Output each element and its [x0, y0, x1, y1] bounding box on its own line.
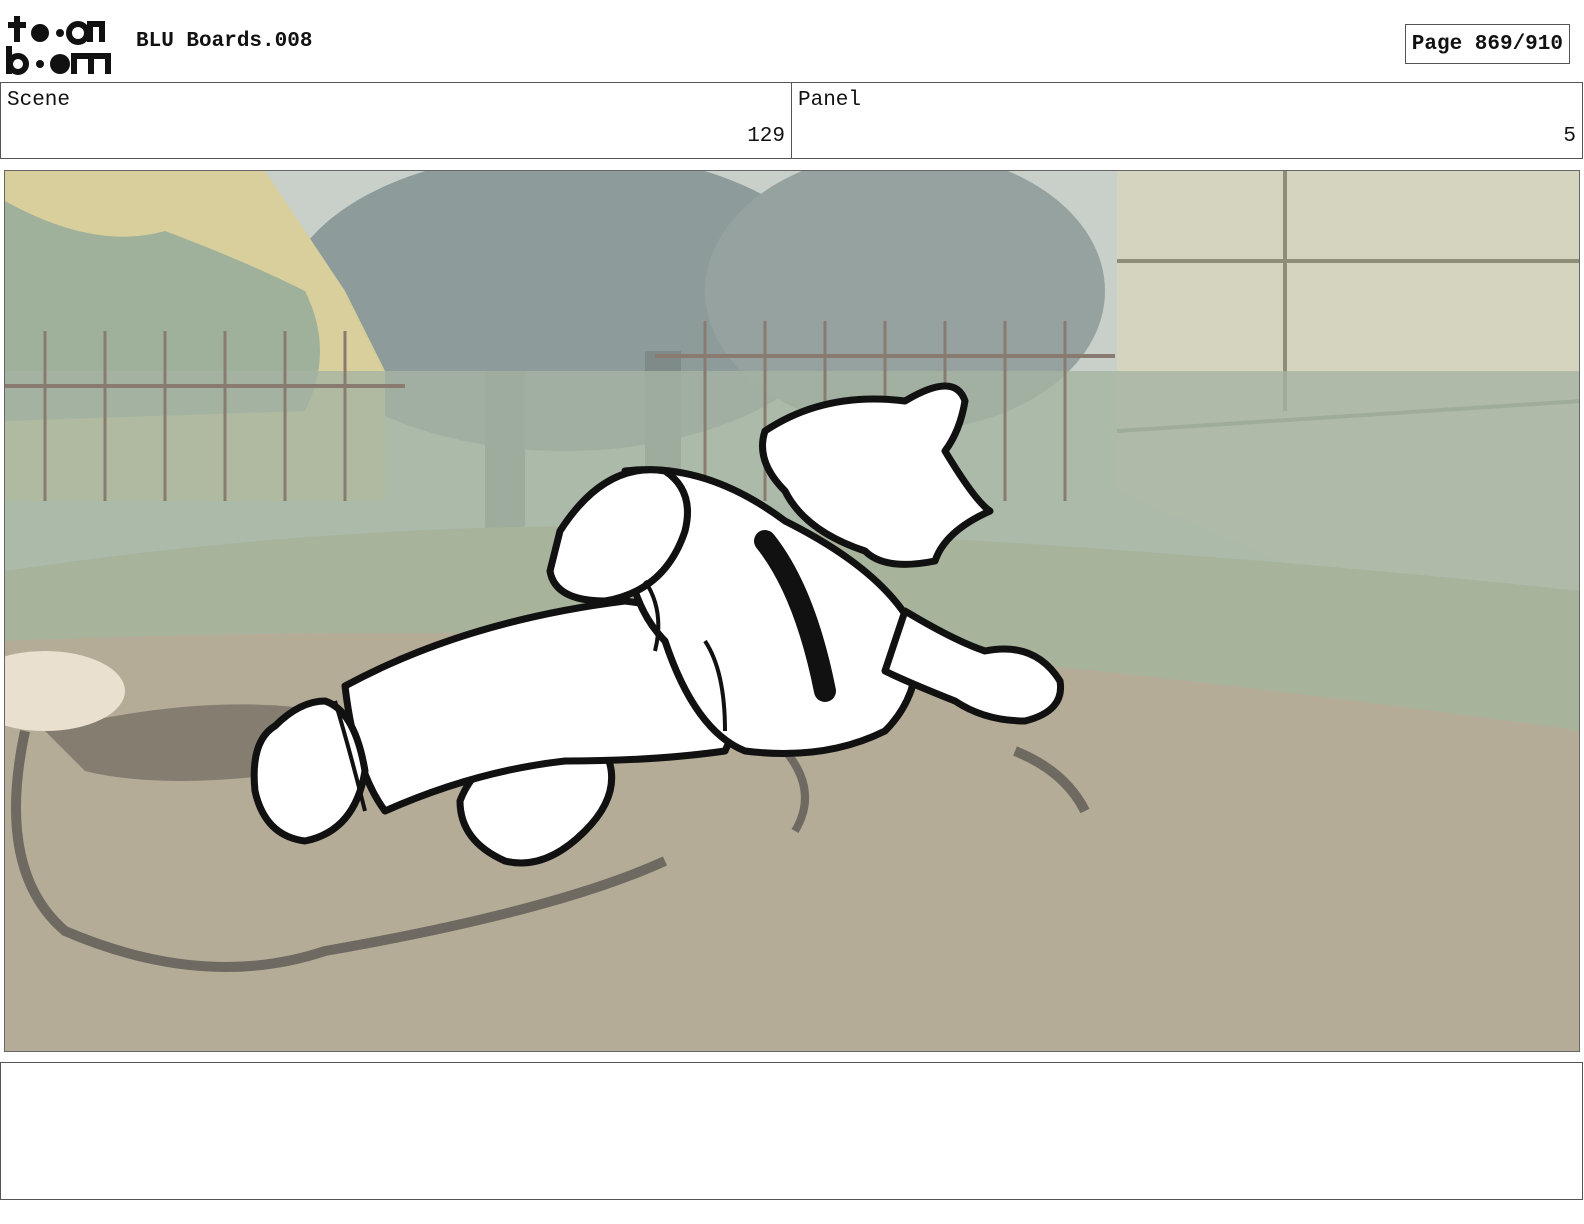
panel-cell: Panel 5: [791, 83, 1582, 158]
scene-label: Scene: [7, 89, 71, 112]
document-title: BLU Boards.008: [136, 30, 313, 53]
toon-boom-logo: [6, 16, 111, 75]
header: BLU Boards.008 Page 869/910: [0, 0, 1584, 82]
notes-box: [0, 1062, 1583, 1200]
page-indicator: Page 869/910: [1404, 24, 1570, 64]
panel-number: 5: [1563, 125, 1576, 148]
storyboard-panel-image: [4, 170, 1580, 1052]
scene-cell: Scene 129: [1, 83, 791, 158]
scene-number: 129: [747, 125, 785, 148]
panel-label: Panel: [798, 89, 862, 112]
scene-panel-row: Scene 129 Panel 5: [0, 82, 1583, 159]
storyboard-sketch: [5, 171, 1579, 1051]
